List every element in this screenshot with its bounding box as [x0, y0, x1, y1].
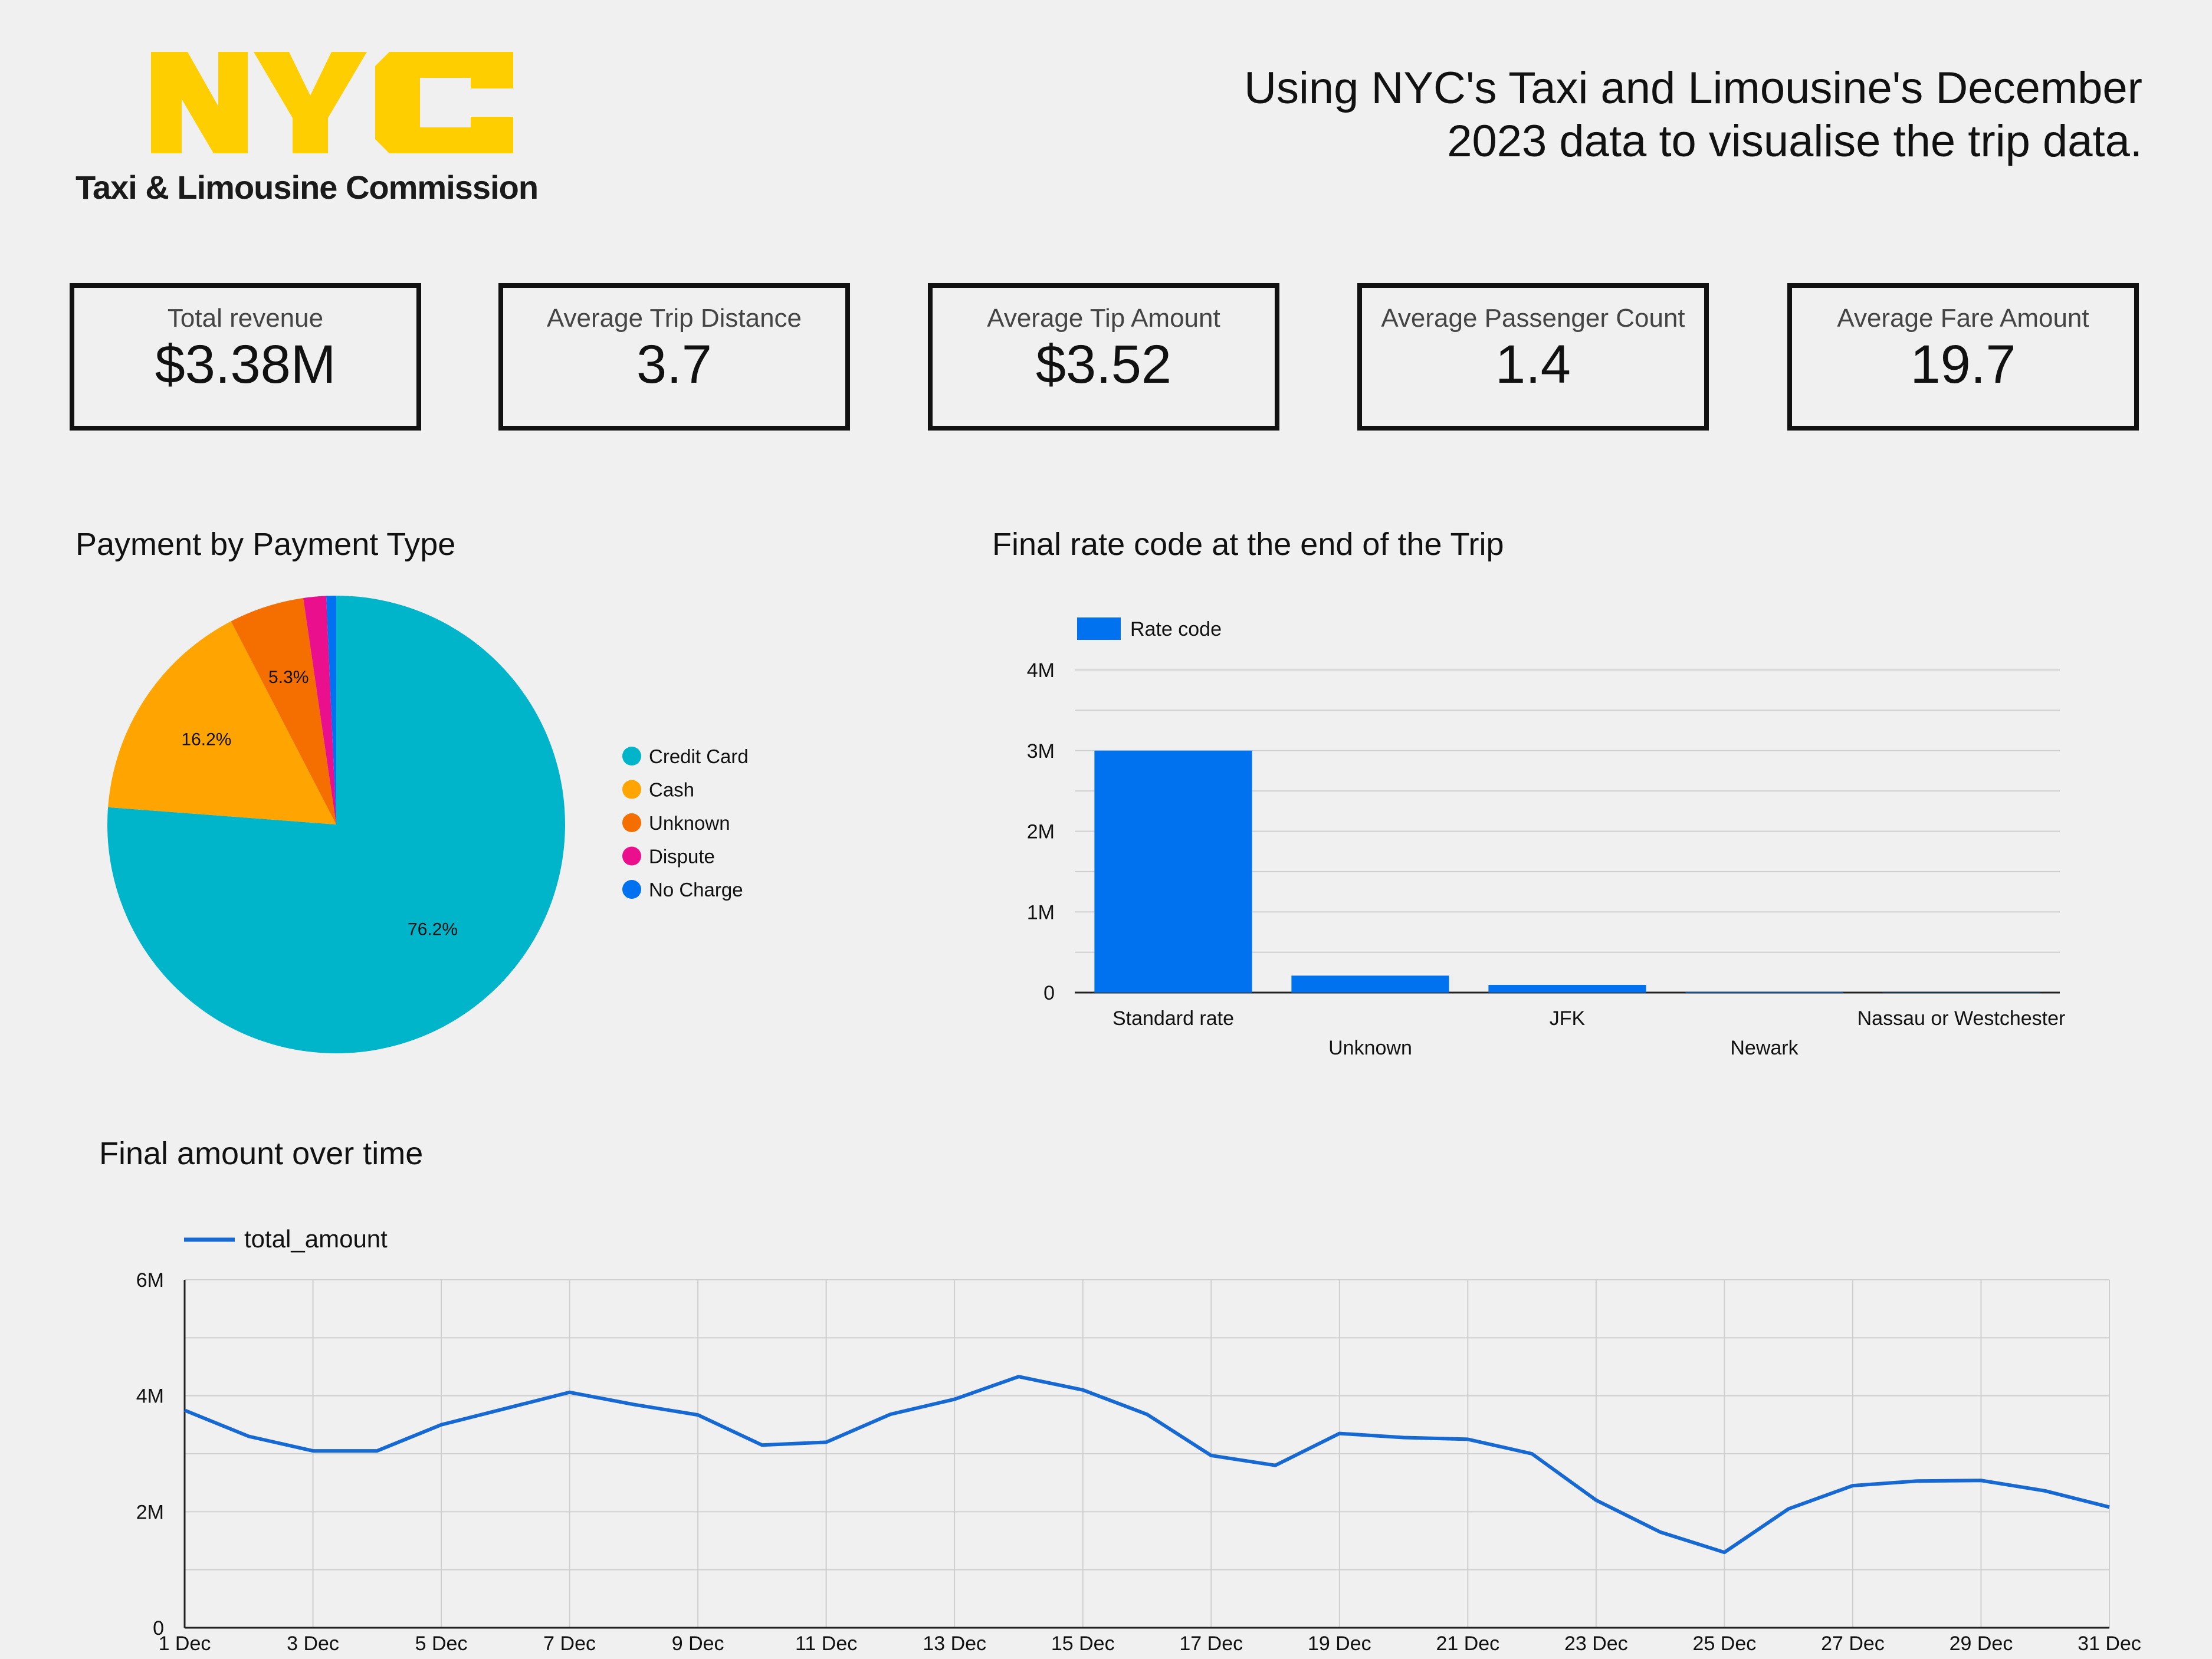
x-tick-label: Unknown [1328, 1037, 1412, 1059]
kpi-average-fare-amount: Average Fare Amount 19.7 [1787, 283, 2139, 431]
kpi-value: 1.4 [1495, 334, 1571, 395]
logo-subtitle: Taxi & Limousine Commission [75, 169, 539, 206]
x-tick-label: 23 Dec [1564, 1632, 1628, 1655]
x-tick-label: Nassau or Westchester [1857, 1007, 2066, 1030]
legend-label: No Charge [649, 879, 743, 901]
x-tick-label: 27 Dec [1821, 1632, 1885, 1655]
kpi-label: Average Trip Distance [546, 304, 802, 333]
bar [1094, 750, 1252, 993]
x-tick-label: 13 Dec [923, 1632, 986, 1655]
kpi-average-tip-amount: Average Tip Amount $3.52 [928, 283, 1279, 431]
pie-chart: 76.2% 16.2% 5.3% Credit Card Cash Unknown Disp… [107, 596, 749, 1053]
pie-chart-title: Payment by Payment Type [76, 527, 456, 562]
kpi-total-revenue: Total revenue $3.38M [70, 283, 421, 431]
y-tick-label: 1M [1027, 901, 1055, 924]
page-title-line-1: Using NYC's Taxi and Limousine's Decembe… [1244, 63, 2142, 113]
pie-slice-label: 76.2% [408, 919, 458, 939]
y-tick-label: 2M [136, 1501, 164, 1523]
bar [1488, 985, 1646, 993]
line-chart: 02M4M6M1 Dec 3 Dec 5 Dec 7 Dec 9 Dec 11 Dec 13… [136, 1225, 2141, 1655]
nyc-logo-mark [151, 52, 513, 153]
kpi-label: Average Passenger Count [1381, 304, 1685, 333]
x-tick-label: 3 Dec [287, 1632, 339, 1655]
page-title-line-2: 2023 data to visualise the trip data. [1447, 116, 2142, 166]
legend-swatch [622, 813, 641, 832]
kpi-label: Average Fare Amount [1837, 304, 2089, 333]
y-tick-label: 2M [1027, 821, 1055, 843]
bar [1685, 991, 1843, 993]
x-tick-label: 17 Dec [1179, 1632, 1243, 1655]
x-tick-label: 25 Dec [1693, 1632, 1757, 1655]
page-title: Using NYC's Taxi and Limousine's Decembe… [1022, 62, 2142, 168]
legend-swatch [622, 747, 641, 766]
x-tick-label: Standard rate [1112, 1007, 1234, 1030]
legend-swatch [622, 880, 641, 899]
y-tick-label: 3M [1027, 740, 1055, 763]
kpi-label: Average Tip Amount [987, 304, 1220, 333]
series-line-total-amount [183, 1375, 2110, 1555]
x-tick-label: 9 Dec [672, 1632, 724, 1655]
kpi-value: $3.52 [1035, 334, 1172, 395]
legend-label: Cash [649, 779, 694, 801]
legend-label: Unknown [649, 812, 730, 834]
legend-label: Dispute [649, 846, 715, 868]
legend-swatch [622, 846, 641, 866]
kpi-value: 3.7 [636, 334, 712, 395]
kpi-average-trip-distance: Average Trip Distance 3.7 [498, 283, 850, 431]
x-tick-label: 15 Dec [1051, 1632, 1115, 1655]
x-tick-label: 19 Dec [1308, 1632, 1371, 1655]
pie-slice-label: 16.2% [181, 730, 231, 749]
x-tick-label: JFK [1550, 1007, 1586, 1030]
y-tick-label: 4M [1027, 659, 1055, 682]
x-tick-label: 7 Dec [543, 1632, 596, 1655]
x-tick-label: 29 Dec [1950, 1632, 2013, 1655]
x-tick-label: 5 Dec [415, 1632, 468, 1655]
kpi-average-passenger-count: Average Passenger Count 1.4 [1357, 283, 1709, 431]
kpi-value: $3.38M [155, 334, 336, 395]
y-tick-label: 6M [136, 1269, 164, 1292]
legend-swatch [1077, 617, 1121, 640]
kpi-value: 19.7 [1910, 334, 2016, 395]
x-tick-label: 11 Dec [795, 1632, 857, 1655]
x-tick-label: Newark [1730, 1037, 1799, 1059]
legend-swatch [622, 780, 641, 799]
y-tick-label: 0 [1043, 982, 1055, 1004]
x-tick-label: 1 Dec [159, 1632, 211, 1655]
y-tick-label: 4M [136, 1385, 164, 1408]
bar-chart-title: Final rate code at the end of the Trip [992, 527, 1504, 562]
line-chart-title: Final amount over time [99, 1136, 424, 1171]
tlc-logo: Taxi & Limousine Commission [59, 47, 554, 218]
x-tick-label: 21 Dec [1436, 1632, 1499, 1655]
bar-chart: 0 1M 2M 3M 4M Standard rate Unknown JFK Newark Na… [1027, 617, 2066, 1059]
x-tick-label: 31 Dec [2078, 1632, 2141, 1655]
legend-label: Credit Card [649, 745, 749, 767]
legend-label: total_amount [244, 1225, 388, 1253]
kpi-label: Total revenue [167, 304, 324, 333]
bar [1291, 975, 1449, 993]
pie-slice-label: 5.3% [268, 668, 309, 687]
legend-label: Rate code [1130, 618, 1222, 640]
